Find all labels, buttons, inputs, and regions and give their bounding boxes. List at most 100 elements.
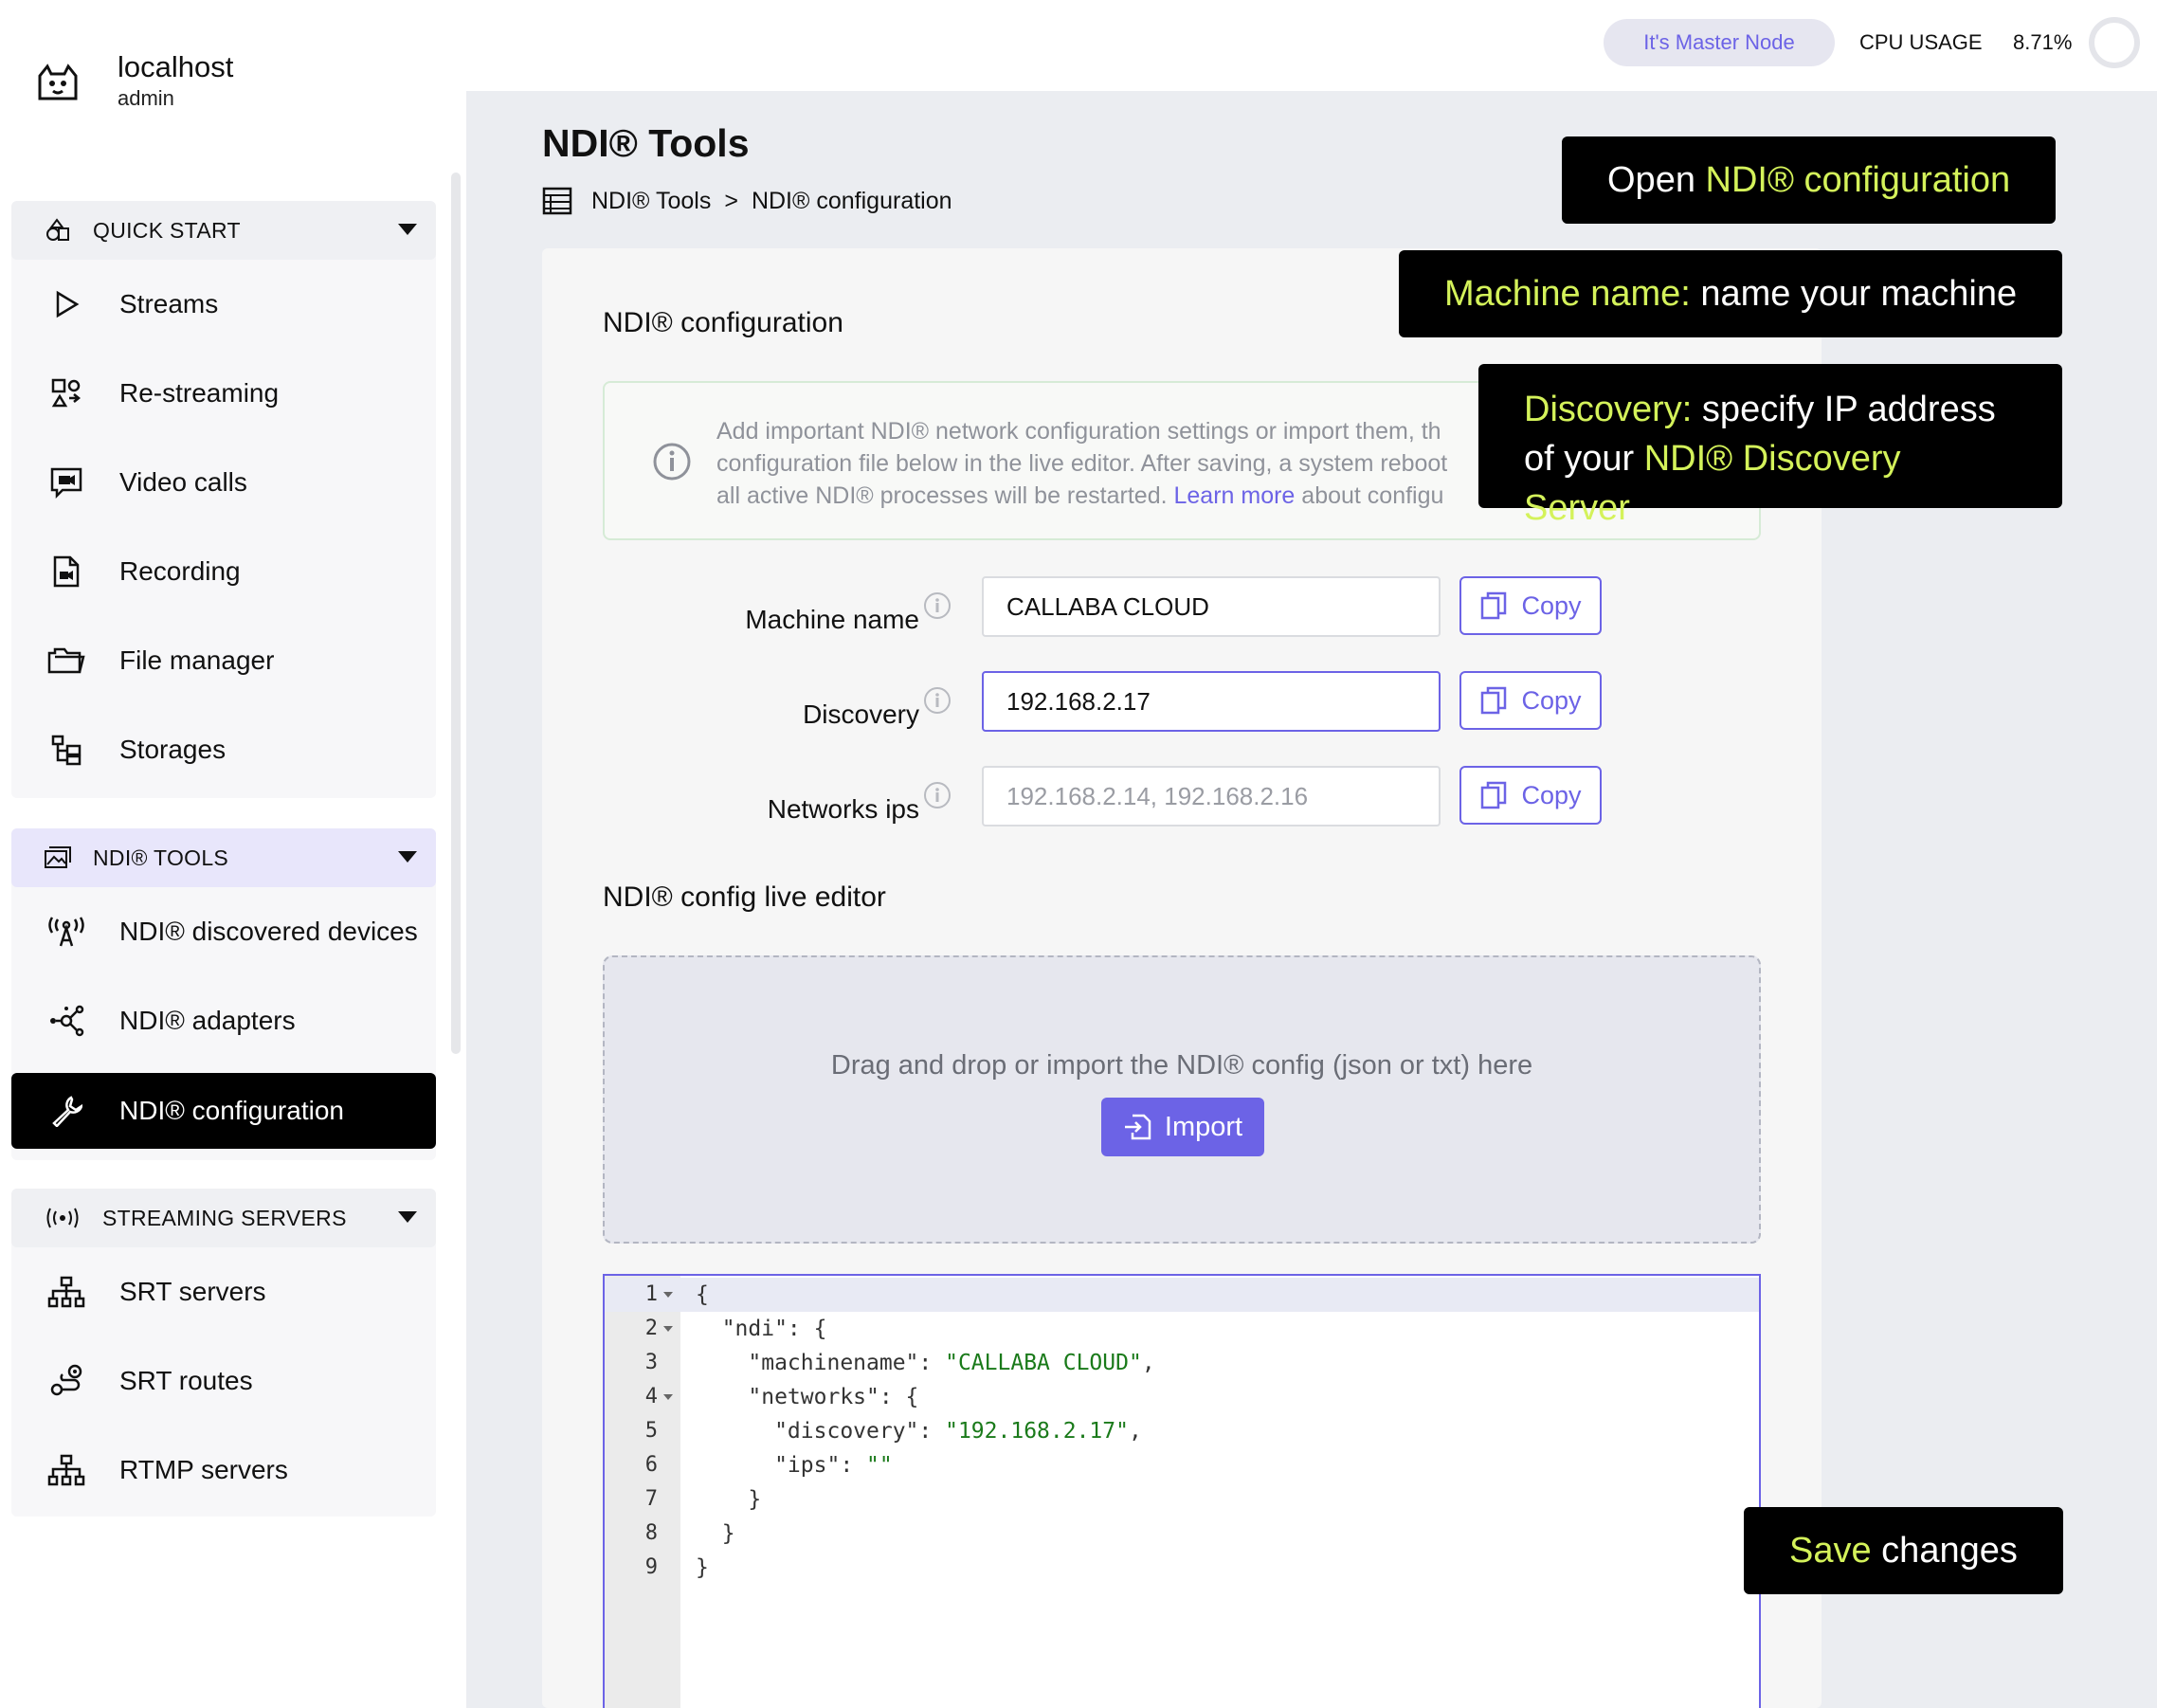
sidebar-item-rtmp-servers[interactable]: RTMP servers	[11, 1426, 436, 1515]
code-tail: ,	[1141, 1351, 1155, 1375]
sidebar-item-label: NDI® adapters	[119, 1006, 296, 1035]
play-icon	[47, 285, 85, 323]
server-tree-icon	[47, 1273, 85, 1311]
code-line[interactable]: 6 "ips": ""	[605, 1448, 1759, 1482]
sidebar-item-re-streaming[interactable]: Re-streaming	[11, 349, 436, 438]
breadcrumb: NDI® Tools > NDI® configuration	[542, 186, 952, 216]
callout-open-ndi-configuration: Open NDI® configuration	[1562, 136, 2057, 224]
code-text: "ndi": {	[696, 1317, 827, 1341]
dropzone-text: Drag and drop or import the NDI® config …	[830, 1050, 1533, 1081]
code-line[interactable]: 9 }	[605, 1551, 1759, 1585]
code-string: "CALLABA CLOUD"	[945, 1351, 1142, 1375]
chevron-down-icon[interactable]	[398, 224, 417, 235]
page-title: NDI® Tools	[542, 121, 750, 165]
code-text: "discovery": "192.168.2.17",	[696, 1414, 1142, 1448]
card-title: NDI® configuration	[603, 307, 843, 338]
sidebar-item-label: Recording	[119, 556, 241, 586]
code-line[interactable]: 1 {	[605, 1278, 1759, 1312]
line-number: 4	[644, 1385, 658, 1408]
image-stack-icon	[44, 844, 72, 872]
table-icon	[542, 187, 572, 215]
code-text: "machinename": "CALLABA CLOUD",	[696, 1346, 1155, 1380]
line-number: 8	[644, 1521, 658, 1545]
code-key: "discovery":	[696, 1419, 946, 1444]
sidebar-item-file-manager[interactable]: File manager	[11, 616, 436, 705]
sidebar-item-label: RTMP servers	[119, 1455, 288, 1484]
code-editor[interactable]: 1 { 2 "ndi": { 3 "machinename": "CALLABA…	[603, 1274, 1761, 1708]
line-number: 7	[644, 1487, 658, 1511]
sidebar-item-storages[interactable]: Storages	[11, 705, 436, 794]
line-number: 1	[644, 1282, 658, 1306]
streaming-servers-label: STREAMING SERVERS	[102, 1205, 347, 1230]
sidebar-scrollbar[interactable]	[451, 173, 461, 1054]
quick-start-label: QUICK START	[93, 217, 241, 243]
sidebar-item-label: Video calls	[119, 467, 247, 497]
discovery-input[interactable]: 192.168.2.17	[982, 671, 1441, 732]
config-dropzone[interactable]: Drag and drop or import the NDI® config …	[603, 955, 1761, 1244]
code-line[interactable]: 8 }	[605, 1517, 1759, 1551]
copy-discovery-button[interactable]: Copy	[1459, 671, 1602, 730]
copy-machine-name-button[interactable]: Copy	[1459, 576, 1602, 635]
sidebar-item-recording[interactable]: Recording	[11, 527, 436, 616]
sidebar-item-srt-servers[interactable]: SRT servers	[11, 1247, 436, 1336]
sidebar-item-ndi-adapters[interactable]: NDI® adapters	[11, 976, 436, 1065]
sidebar-item-srt-routes[interactable]: SRT routes	[11, 1336, 436, 1426]
sidebar-item-video-calls[interactable]: Video calls	[11, 438, 436, 527]
fold-arrow-icon[interactable]	[663, 1326, 673, 1332]
sidebar-item-label: Storages	[119, 735, 227, 764]
code-string: "192.168.2.17"	[945, 1419, 1129, 1444]
code-line[interactable]: 7 }	[605, 1482, 1759, 1517]
code-line[interactable]: 4 "networks": {	[605, 1380, 1759, 1414]
code-text: }	[696, 1521, 735, 1546]
live-editor-title: NDI® config live editor	[603, 881, 886, 913]
sidebar-item-label: Streams	[119, 289, 219, 318]
breadcrumb-ndi-tools[interactable]: NDI® Tools	[591, 188, 711, 215]
import-label: Import	[1164, 1111, 1243, 1142]
callout-machine-name: Machine name: name your machine	[1399, 250, 2063, 337]
copy-icon	[1481, 591, 1507, 620]
line-number: 9	[644, 1555, 658, 1579]
callout-line: of your NDI® Discovery Server	[1524, 434, 2017, 533]
sidebar-item-ndi-discovered-devices[interactable]: NDI® discovered devices	[11, 887, 436, 976]
learn-more-link[interactable]: Learn more	[1173, 482, 1295, 509]
chevron-down-icon[interactable]	[398, 851, 417, 863]
info-icon[interactable]	[923, 781, 952, 809]
sidebar-item-streams[interactable]: Streams	[11, 260, 436, 349]
code-line[interactable]: 2 "ndi": {	[605, 1312, 1759, 1346]
copy-icon	[1481, 686, 1507, 715]
streaming-servers-group: STREAMING SERVERS SRT servers SRT routes…	[11, 1189, 436, 1517]
code-line[interactable]: 3 "machinename": "CALLABA CLOUD",	[605, 1346, 1759, 1380]
copy-label: Copy	[1521, 780, 1582, 809]
info-icon[interactable]	[923, 591, 952, 620]
import-button[interactable]: Import	[1101, 1098, 1264, 1156]
sidebar-item-label: SRT servers	[119, 1277, 266, 1306]
sidebar-item-label: SRT routes	[119, 1366, 253, 1395]
sidebar-item-label: NDI® discovered devices	[119, 917, 418, 946]
sidebar-item-ndi-configuration[interactable]: NDI® configuration	[11, 1073, 436, 1149]
host-name: localhost	[118, 50, 234, 83]
cpu-usage-ring	[2089, 17, 2140, 68]
chevron-down-icon[interactable]	[398, 1211, 417, 1223]
ndi-tools-header[interactable]: NDI® TOOLS	[11, 828, 436, 887]
server-tree-icon	[47, 1451, 85, 1489]
route-icon	[47, 1362, 85, 1400]
copy-label: Copy	[1521, 685, 1582, 715]
fold-arrow-icon[interactable]	[663, 1292, 673, 1298]
streaming-servers-header[interactable]: STREAMING SERVERS	[11, 1189, 436, 1247]
discovery-label: Discovery	[803, 700, 919, 729]
fold-arrow-icon[interactable]	[663, 1394, 673, 1400]
cpu-usage-label: CPU USAGE	[1859, 30, 1983, 54]
callout-highlight: Discovery:	[1524, 390, 1693, 429]
info-icon[interactable]	[923, 686, 952, 715]
copy-network-ips-button[interactable]: Copy	[1459, 766, 1602, 825]
quick-start-header[interactable]: QUICK START	[11, 201, 436, 260]
antenna-icon	[47, 913, 85, 951]
shapes-icon	[44, 216, 72, 245]
callout-line: Discovery: specify IP address	[1524, 385, 2017, 434]
network-ips-input[interactable]: 192.168.2.14, 192.168.2.16	[982, 766, 1441, 827]
record-file-icon	[47, 553, 85, 591]
callout-highlight: NDI® configuration	[1705, 159, 2011, 200]
code-line[interactable]: 5 "discovery": "192.168.2.17",	[605, 1414, 1759, 1448]
machine-name-input[interactable]: CALLABA CLOUD	[982, 576, 1441, 637]
copy-icon	[1481, 781, 1507, 809]
